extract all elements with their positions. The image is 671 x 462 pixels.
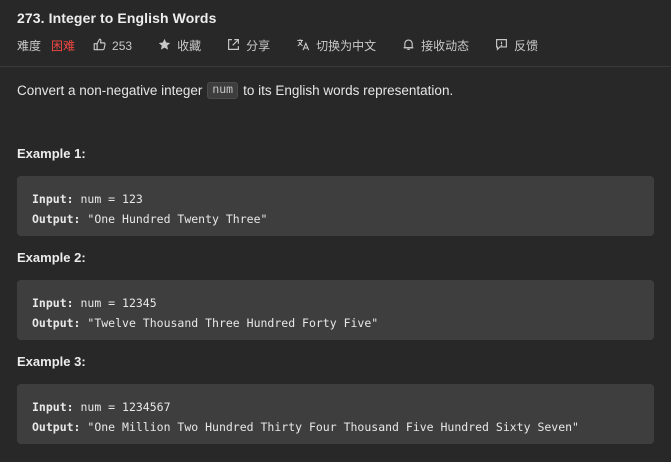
subscribe-button[interactable]: 接收动态: [402, 37, 469, 54]
feedback-button[interactable]: 反馈: [495, 37, 538, 54]
translate-icon: [296, 38, 316, 54]
thumbs-up-icon: [93, 38, 112, 54]
switch-language-label: 切换为中文: [316, 39, 377, 53]
output-label: Output:: [32, 420, 81, 434]
problem-title: 273. Integer to English Words: [17, 10, 217, 26]
input-value: num = 1234567: [80, 400, 171, 414]
input-label: Input:: [32, 296, 74, 310]
output-label: Output:: [32, 316, 81, 330]
input-value: num = 123: [80, 192, 143, 206]
example-box: Input: num = 123 Output: "One Hundred Tw…: [17, 176, 654, 236]
switch-language-button[interactable]: 切换为中文: [296, 37, 376, 54]
share-label: 分享: [246, 39, 271, 53]
problem-page: 273. Integer to English Words 难度 困难 253 …: [0, 0, 671, 462]
feedback-icon: [495, 38, 514, 54]
divider: [0, 66, 671, 67]
inline-code-num: num: [207, 82, 239, 99]
feedback-label: 反馈: [514, 39, 539, 53]
problem-description: Convert a non-negative integer num to it…: [17, 82, 453, 99]
example-input-line: Input: num = 1234567: [32, 397, 639, 417]
output-value: "Twelve Thousand Three Hundred Forty Fiv…: [87, 316, 379, 330]
difficulty-label: 难度: [17, 39, 42, 53]
example-output-line: Output: "One Hundred Twenty Three": [32, 209, 639, 229]
description-text-after: to its English words representation.: [243, 83, 454, 98]
star-icon: [158, 38, 177, 54]
subscribe-label: 接收动态: [421, 39, 470, 53]
input-value: num = 12345: [80, 296, 157, 310]
example-output-line: Output: "One Million Two Hundred Thirty …: [32, 417, 639, 437]
output-value: "One Million Two Hundred Thirty Four Tho…: [87, 420, 579, 434]
bell-icon: [402, 38, 421, 54]
example-box: Input: num = 1234567 Output: "One Millio…: [17, 384, 654, 444]
output-value: "One Hundred Twenty Three": [87, 212, 268, 226]
like-count: 253: [112, 38, 133, 53]
example-title: Example 3:: [17, 354, 86, 369]
output-label: Output:: [32, 212, 81, 226]
share-icon: [227, 38, 246, 54]
example-input-line: Input: num = 12345: [32, 293, 639, 313]
like-button[interactable]: 253: [93, 38, 132, 54]
description-text-before: Convert a non-negative integer: [17, 83, 203, 98]
example-output-line: Output: "Twelve Thousand Three Hundred F…: [32, 313, 639, 333]
difficulty-badge: 困难: [51, 39, 76, 53]
example-title: Example 1:: [17, 146, 86, 161]
example-title: Example 2:: [17, 250, 86, 265]
share-button[interactable]: 分享: [227, 37, 270, 54]
input-label: Input:: [32, 400, 74, 414]
example-box: Input: num = 12345 Output: "Twelve Thous…: [17, 280, 654, 340]
problem-meta-bar: 难度 困难 253 收藏 分享 切换为中文 接收动态 反馈: [17, 37, 564, 54]
favorite-button[interactable]: 收藏: [158, 37, 201, 54]
favorite-label: 收藏: [177, 39, 202, 53]
input-label: Input:: [32, 192, 74, 206]
example-input-line: Input: num = 123: [32, 189, 639, 209]
